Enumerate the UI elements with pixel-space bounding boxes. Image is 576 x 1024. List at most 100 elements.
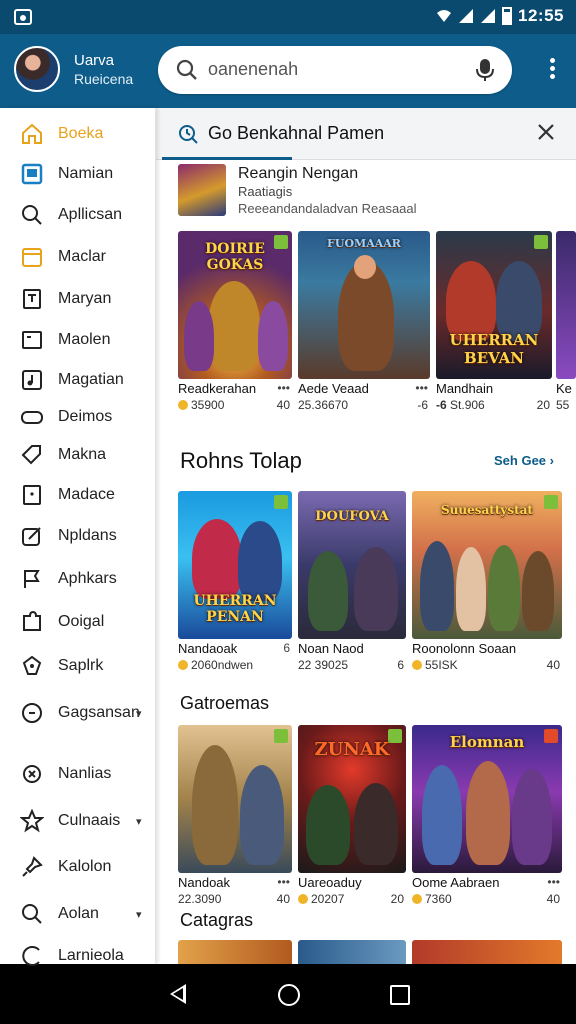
search-input[interactable]: oanenenah bbox=[158, 46, 512, 94]
drawer-label: Kalolon bbox=[58, 858, 112, 875]
drawer-item-apllicsan[interactable]: Apllicsan bbox=[0, 195, 156, 235]
tab-header[interactable]: Go Benkahnal Pamen bbox=[156, 108, 576, 160]
game-title: Uareoaduy bbox=[298, 875, 362, 890]
tab-title: Go Benkahnal Pamen bbox=[208, 123, 385, 143]
game-logo: Elomnan bbox=[449, 733, 525, 751]
tag-icon bbox=[21, 445, 41, 465]
drawer-label: Maolen bbox=[58, 331, 111, 348]
drawer-label: Culnaais bbox=[58, 812, 121, 829]
drawer-item-deimos[interactable]: Deimos bbox=[0, 397, 156, 437]
signal-icon-2 bbox=[481, 9, 496, 23]
game-logo: UHERRAN PENAN bbox=[193, 593, 277, 625]
drawer-item-maolen[interactable]: Maolen bbox=[0, 320, 156, 360]
drawer-label: Maclar bbox=[58, 248, 107, 265]
more-icon[interactable]: ••• bbox=[415, 381, 428, 395]
doc-icon bbox=[23, 289, 41, 309]
drawer-label: Boeka bbox=[58, 125, 104, 142]
home-button-icon[interactable] bbox=[278, 984, 300, 1006]
drawer-item-madace[interactable]: Madace bbox=[0, 475, 156, 515]
game-title: Nandaoak bbox=[178, 641, 238, 656]
more-icon[interactable]: ••• bbox=[277, 875, 290, 889]
see-all-link[interactable]: Seh Gee › bbox=[494, 453, 554, 468]
drawer-item-magatian[interactable]: Magatian bbox=[0, 360, 156, 400]
search-icon bbox=[22, 904, 42, 924]
music-icon bbox=[22, 370, 42, 390]
chevron-down-icon[interactable]: ▾ bbox=[136, 707, 142, 720]
game-count: 6 bbox=[397, 658, 404, 672]
more-icon[interactable]: ••• bbox=[547, 875, 560, 889]
drawer-item-namian[interactable]: Namian bbox=[0, 154, 156, 194]
drawer-item-maryan[interactable]: Maryan bbox=[0, 279, 156, 319]
drawer-label: Madace bbox=[58, 486, 115, 503]
game-logo: Suuesattystat bbox=[441, 503, 533, 517]
puzzle-icon bbox=[23, 610, 41, 631]
status-time: 12:55 bbox=[518, 6, 564, 25]
featured-subtitle: Raatiagis bbox=[238, 184, 293, 199]
game-meta: 55ISK bbox=[412, 658, 458, 672]
drawer-item-gagsansan[interactable]: Gagsansan ▾ bbox=[0, 693, 156, 733]
game-art bbox=[556, 231, 576, 379]
game-meta: 7360 bbox=[412, 892, 452, 906]
back-icon[interactable] bbox=[170, 984, 186, 1004]
drawer-item-npldans[interactable]: Npldans bbox=[0, 516, 156, 556]
game-art: UHERRAN PENAN bbox=[178, 491, 292, 639]
wifi-icon bbox=[437, 10, 452, 22]
star-burst-icon bbox=[23, 765, 41, 783]
user-subtitle: Rueicena bbox=[74, 71, 134, 87]
microphone-icon[interactable] bbox=[474, 58, 496, 82]
edit-icon bbox=[22, 527, 41, 546]
game-count: -6 bbox=[417, 398, 428, 412]
more-icon[interactable]: ••• bbox=[277, 381, 290, 395]
navigation-drawer: Boeka Namian Apllicsan Maclar Maryan Mao… bbox=[0, 108, 156, 966]
square-icon bbox=[21, 163, 43, 185]
drawer-item-larnieola[interactable]: Larnieola bbox=[0, 936, 156, 976]
drawer-item-maclar[interactable]: Maclar bbox=[0, 237, 156, 277]
game-count: 20 bbox=[390, 892, 404, 906]
game-title: Nandoak bbox=[178, 875, 231, 890]
game-logo: ZUNAK bbox=[314, 739, 390, 760]
drawer-item-ooigal[interactable]: Ooigal bbox=[0, 602, 156, 642]
game-title: Aede Veaad bbox=[298, 381, 369, 396]
section-title: Gatroemas bbox=[180, 693, 270, 713]
chevron-right-icon: › bbox=[549, 453, 554, 468]
drawer-item-boeka[interactable]: Boeka bbox=[0, 114, 156, 154]
drawer-item-aolan[interactable]: Aolan ▾ bbox=[0, 894, 156, 934]
game-title: Roonolonn Soaan bbox=[412, 641, 517, 656]
featured-item[interactable]: Reangin Nengan Raatiagis Reeeandandaladv… bbox=[178, 164, 558, 218]
drawer-item-nanlias[interactable]: Nanlias bbox=[0, 754, 156, 794]
game-meta: -6 St.906 bbox=[436, 398, 485, 412]
pill-icon bbox=[21, 411, 43, 424]
avatar[interactable] bbox=[14, 46, 60, 92]
game-title: Noan Naod bbox=[298, 641, 364, 656]
game-meta: 35900 bbox=[178, 398, 224, 412]
recent-apps-icon[interactable] bbox=[390, 985, 410, 1005]
game-count: 40 bbox=[546, 892, 560, 906]
game-card-partial[interactable] bbox=[178, 940, 292, 964]
featured-title: Reangin Nengan bbox=[238, 165, 359, 182]
gamepad-icon bbox=[22, 655, 42, 675]
drawer-label: Npldans bbox=[58, 527, 117, 544]
chevron-down-icon[interactable]: ▾ bbox=[136, 815, 142, 828]
game-logo: UHERRAN BEVAN bbox=[449, 331, 539, 367]
app-bar: Uarva Rueicena oanenenah bbox=[0, 34, 576, 108]
drawer-item-kalolon[interactable]: Kalolon bbox=[0, 847, 156, 887]
game-card-partial[interactable] bbox=[298, 940, 406, 964]
game-meta: 55 bbox=[556, 398, 570, 412]
game-meta: 2060ndwen bbox=[178, 658, 253, 672]
drawer-item-culnaais[interactable]: Culnaais ▾ bbox=[0, 801, 156, 841]
search-placeholder: oanenenah bbox=[208, 59, 299, 79]
drawer-label: Larnieola bbox=[58, 947, 124, 964]
status-bar: 12:55 bbox=[0, 0, 576, 34]
chevron-down-icon[interactable]: ▾ bbox=[136, 908, 142, 921]
drawer-item-aphkars[interactable]: Aphkars bbox=[0, 559, 156, 599]
section-title: Catagras bbox=[180, 910, 254, 930]
more-vert-icon[interactable] bbox=[548, 58, 556, 82]
game-art: DOIRIE GOKAS bbox=[178, 231, 292, 379]
game-art: Elomnan bbox=[412, 725, 562, 873]
game-card-partial[interactable] bbox=[412, 940, 562, 964]
drawer-item-saplrk[interactable]: Saplrk bbox=[0, 646, 156, 686]
user-name: Uarva bbox=[74, 52, 115, 69]
drawer-item-makna[interactable]: Makna bbox=[0, 435, 156, 475]
close-icon[interactable] bbox=[536, 122, 556, 142]
drawer-label: Aolan bbox=[58, 905, 99, 922]
